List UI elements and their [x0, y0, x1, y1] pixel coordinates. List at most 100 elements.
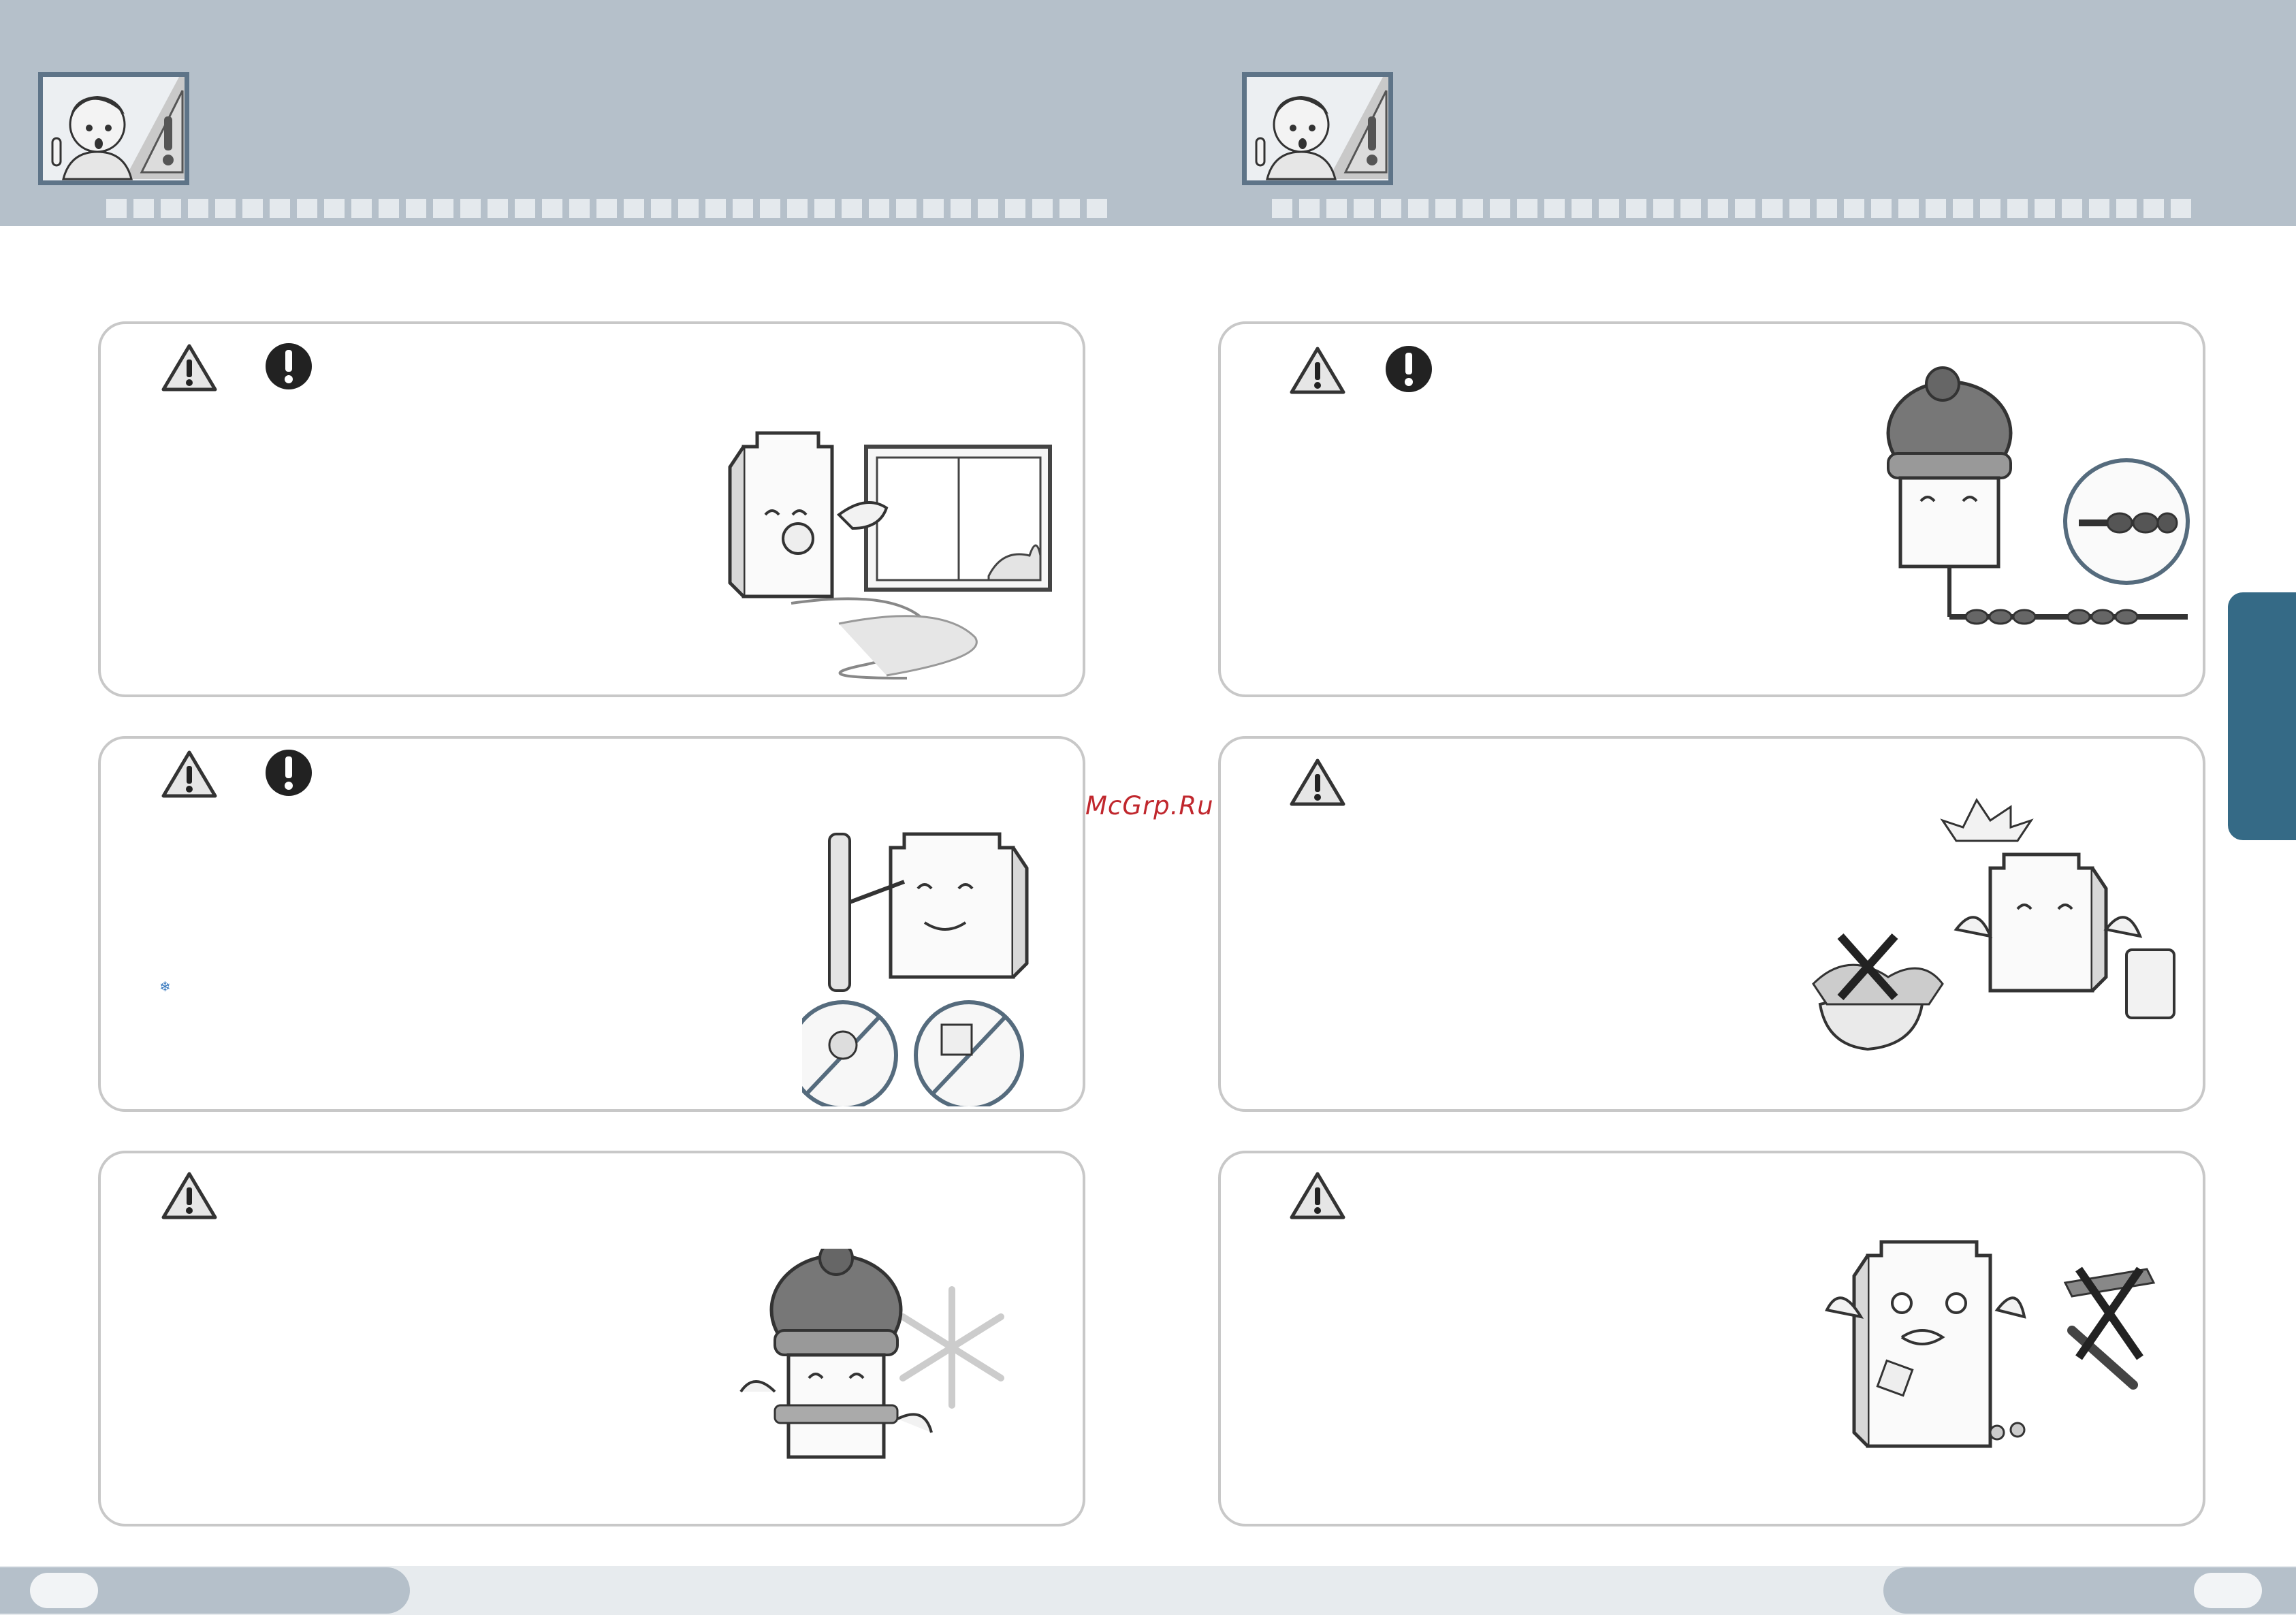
header-dash: [542, 199, 562, 218]
header-dash: [488, 199, 508, 218]
header-dash: [978, 199, 998, 218]
heater-no-tools-icon: [1825, 1240, 2156, 1448]
mandatory-exclamation-icon: [266, 343, 312, 389]
header-dash: [923, 199, 944, 218]
header-dash: [1926, 199, 1946, 218]
header-dash: [1408, 199, 1429, 218]
header-dash: [624, 199, 644, 218]
header-dash: [379, 199, 399, 218]
header-dash: [1435, 199, 1456, 218]
header-dash: [1626, 199, 1646, 218]
page-number-left: [30, 1573, 98, 1608]
header-dash: [2171, 199, 2191, 218]
header-dash: [1354, 199, 1374, 218]
header-dash: [1844, 199, 1864, 218]
warning-triangle-icon: [1290, 347, 1345, 394]
header-dash: [1980, 199, 2000, 218]
section-side-tab[interactable]: [2228, 592, 2296, 840]
header-dash: [842, 199, 862, 218]
page-number-right: [2194, 1573, 2262, 1608]
header-dash: [242, 199, 263, 218]
header-dash: [760, 199, 780, 218]
header-dash: [2035, 199, 2055, 218]
header-dash: [1871, 199, 1892, 218]
header-dash: [569, 199, 590, 218]
warning-triangle-icon: [161, 1172, 217, 1219]
header-dash: [1680, 199, 1701, 218]
warning-triangle-icon: [1290, 758, 1345, 806]
header-dash: [270, 199, 290, 218]
header-dash: [351, 199, 372, 218]
header-dash: [678, 199, 699, 218]
heater-no-washing-icon: [1812, 798, 2175, 1051]
header-dash: [2116, 199, 2137, 218]
header-dash: [869, 199, 889, 218]
header-dash-strip-right: [1272, 199, 2191, 218]
header-dash: [2089, 199, 2109, 218]
header-dash: [1272, 199, 1292, 218]
header-dash: [651, 199, 671, 218]
heater-frozen-pipe-icon: [1886, 366, 2190, 625]
snow-glyph: ❄: [159, 978, 171, 995]
safety-card-1: [98, 321, 1085, 697]
header-dash: [1032, 199, 1053, 218]
header-dash: [1572, 199, 1592, 218]
header-dash: [1898, 199, 1919, 218]
header-dash: [1005, 199, 1025, 218]
header-dash: [1953, 199, 1973, 218]
header-dash: [460, 199, 481, 218]
safety-card-2: ❄: [98, 736, 1085, 1112]
header-dash: [324, 199, 345, 218]
header-dash-strip-left: [106, 199, 1107, 218]
safety-card-6: [1218, 1151, 2205, 1526]
safety-card-3: [98, 1151, 1085, 1526]
header-dash: [1762, 199, 1783, 218]
header-dash: [1653, 199, 1674, 218]
warning-triangle-icon: [161, 344, 217, 391]
header-dash: [161, 199, 181, 218]
caution-person-icon: [38, 72, 189, 185]
heater-gas-check-icon: [802, 832, 1029, 1106]
header-dash: [2143, 199, 2164, 218]
header-dash: [814, 199, 835, 218]
watermark: McGrp.Ru: [1085, 791, 1214, 820]
header-dash: [1708, 199, 1728, 218]
header-dash: [896, 199, 916, 218]
header-dash: [1087, 199, 1107, 218]
header-dash: [1735, 199, 1755, 218]
warning-triangle-icon: [1290, 1172, 1345, 1219]
header-dash: [133, 199, 154, 218]
header-dash: [215, 199, 236, 218]
mandatory-exclamation-icon: [1386, 346, 1432, 392]
safety-card-5: [1218, 736, 2205, 1112]
header-dash: [188, 199, 208, 218]
header-dash: [1490, 199, 1510, 218]
header-dash: [515, 199, 535, 218]
header-dash: [1789, 199, 1810, 218]
header-dash: [1463, 199, 1483, 218]
mandatory-exclamation-icon: [266, 750, 312, 796]
warning-triangle-icon: [161, 750, 217, 798]
header-dash: [106, 199, 127, 218]
header-dash: [596, 199, 617, 218]
header-dash: [733, 199, 753, 218]
header-dash: [406, 199, 426, 218]
header-dash: [1299, 199, 1320, 218]
heater-winter-icon: [739, 1249, 1004, 1459]
header-dash: [1599, 199, 1619, 218]
heater-with-window-icon: [728, 431, 1052, 679]
header-dash: [1059, 199, 1080, 218]
header-dash: [1817, 199, 1837, 218]
header-dash: [2007, 199, 2028, 218]
header-dash: [2062, 199, 2082, 218]
header-dash: [1326, 199, 1347, 218]
header-dash: [705, 199, 726, 218]
header-dash: [433, 199, 453, 218]
header-dash: [787, 199, 808, 218]
safety-card-4: [1218, 321, 2205, 697]
header-dash: [1544, 199, 1565, 218]
header-dash: [1517, 199, 1537, 218]
header-dash: [1381, 199, 1401, 218]
header-dash: [297, 199, 317, 218]
header-dash: [951, 199, 971, 218]
